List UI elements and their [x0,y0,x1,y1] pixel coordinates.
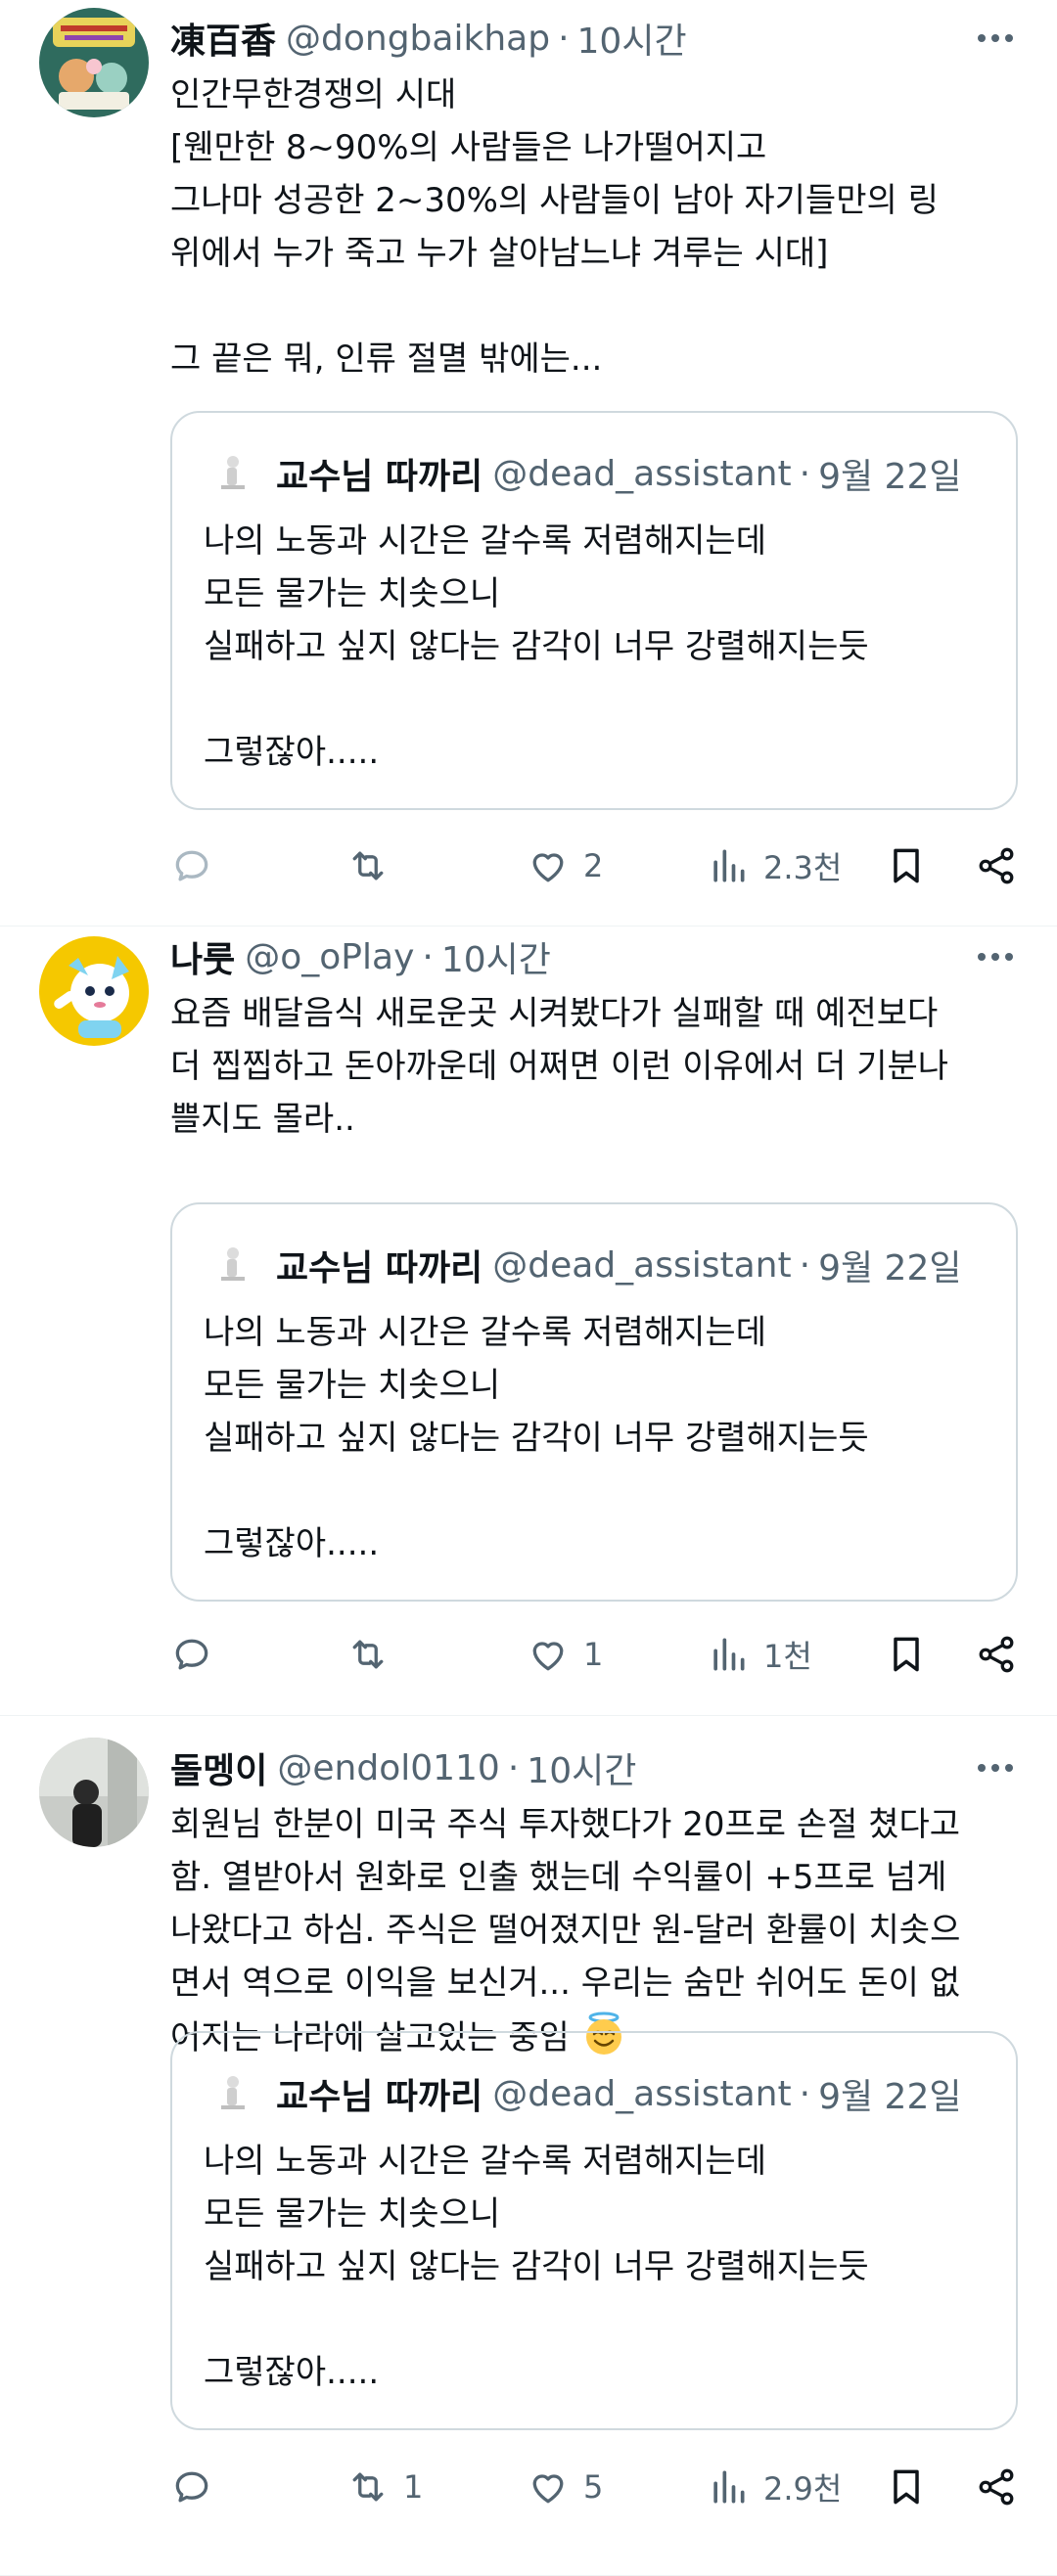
bookmark-button[interactable] [885,1625,928,1684]
timestamp[interactable]: 10시간 [441,931,551,982]
more-icon[interactable] [973,934,1018,979]
quote-date: 9월 22일 [818,2077,962,2117]
reply-icon [175,2471,208,2503]
bookmark-button[interactable] [885,836,928,895]
share-icon [979,847,1014,884]
timestamp[interactable]: 10시간 [527,1742,636,1793]
tweet[interactable]: 돌멩이 @endol0110 · 10시간 회원님 한분이 미국 주식 투자했다… [0,1716,1057,2576]
like-button[interactable]: 5 [527,2458,603,2516]
share-button[interactable] [975,836,1018,895]
quote-header: 교수님 따까리 @dead_assistant · 9월 22일 [204,448,961,499]
tweet[interactable]: 凍百香 @dongbaikhap · 10시간 인간무한경쟁의 시대 [웬만한 … [0,0,1057,926]
heart-icon [532,2474,564,2504]
heart-icon [532,853,564,882]
quoted-tweet[interactable]: 교수님 따까리 @dead_assistant · 9월 22일 나의 노동과 … [170,411,1018,810]
views-icon [713,849,745,882]
separator-dot: · [799,2073,811,2114]
views-icon [713,1638,745,1671]
reply-icon [175,1639,208,1670]
bookmark-icon [894,2469,919,2505]
share-icon [979,1636,1014,1673]
display-name[interactable]: 돌멩이 [170,1742,267,1793]
timestamp[interactable]: 10시간 [577,13,687,64]
separator-dot: · [558,18,570,59]
heart-icon [532,1642,564,1671]
bookmark-icon [894,1637,919,1672]
quote-avatar [204,1240,254,1290]
user-handle[interactable]: @endol0110 [277,1748,499,1788]
separator-dot: · [799,453,811,494]
quote-text: 나의 노동과 시간은 갈수록 저렴해지는데 모든 물가는 치솟으니 실패하고 싶… [204,1313,869,1563]
action-bar: 1 5 2.9천 [170,2458,1018,2516]
tweet-text: 요즘 배달음식 새로운곳 시켜봤다가 실패할 때 예전보다 더 찝찝하고 돈아까… [170,994,949,1139]
tweet-header: 돌멩이 @endol0110 · 10시간 [170,1738,1018,1798]
user-handle[interactable]: @o_oPlay [245,937,414,977]
quote-display-name: 교수님 따까리 [276,457,483,497]
like-count: 2 [583,847,604,884]
more-icon[interactable] [973,16,1018,61]
display-name[interactable]: 凍百香 [170,13,276,64]
like-count: 1 [583,1636,604,1673]
retweet-icon [352,851,384,881]
quote-header: 교수님 따까리 @dead_assistant · 9월 22일 [204,2068,961,2119]
more-icon[interactable] [973,1745,1018,1790]
tweet-header: 나룻 @o_oPlay · 10시간 [170,926,1018,987]
views-button[interactable]: 2.3천 [707,836,842,895]
retweet-count: 1 [403,2468,424,2506]
views-count: 2.3천 [763,849,843,886]
bookmark-icon [894,848,919,883]
like-button[interactable]: 1 [527,1625,603,1684]
separator-dot: · [507,1747,520,1788]
views-count: 1천 [763,1638,812,1675]
reply-button[interactable] [170,1625,227,1684]
views-button[interactable]: 2.9천 [707,2458,842,2516]
retweet-button[interactable]: 1 [346,2458,423,2516]
quote-display-name: 교수님 따까리 [276,1248,483,1288]
share-button[interactable] [975,1625,1018,1684]
quote-header: 교수님 따까리 @dead_assistant · 9월 22일 [204,1240,961,1290]
retweet-button[interactable] [346,1625,403,1684]
quote-handle: @dead_assistant [492,453,792,494]
like-count: 5 [583,2468,604,2506]
tweet-text: 인간무한경쟁의 시대 [웬만한 8~90%의 사람들은 나가떨어지고 그나마 성… [170,75,939,379]
separator-dot: · [799,1244,811,1286]
bookmark-button[interactable] [885,2458,928,2516]
avatar[interactable] [39,8,149,117]
quote-handle: @dead_assistant [492,1244,792,1286]
quoted-tweet[interactable]: 교수님 따까리 @dead_assistant · 9월 22일 나의 노동과 … [170,2031,1018,2430]
tweet-text: 회원님 한분이 미국 주식 투자했다가 20프로 손절 쳤다고 함. 열받아서 … [170,1798,1018,2064]
quote-display-name: 교수님 따까리 [276,2077,483,2117]
avatar[interactable] [39,1738,149,1847]
quote-date: 9월 22일 [818,1248,962,1288]
views-icon [713,2470,745,2504]
tweet-header: 凍百香 @dongbaikhap · 10시간 [170,8,1018,68]
user-handle[interactable]: @dongbaikhap [286,19,550,59]
action-bar: 2 2.3천 [170,836,1018,895]
views-count: 2.9천 [763,2470,843,2508]
display-name[interactable]: 나룻 [170,931,235,982]
share-button[interactable] [975,2458,1018,2516]
timeline-feed: 凍百香 @dongbaikhap · 10시간 인간무한경쟁의 시대 [웬만한 … [0,0,1057,2576]
quote-text: 나의 노동과 시간은 갈수록 저렴해지는데 모든 물가는 치솟으니 실패하고 싶… [204,2142,869,2392]
reply-button[interactable] [170,2458,227,2516]
retweet-button[interactable] [346,836,403,895]
quote-date: 9월 22일 [818,457,962,497]
action-bar: 1 1천 [170,1625,1018,1684]
share-icon [979,2468,1014,2506]
like-button[interactable]: 2 [527,836,603,895]
separator-dot: · [422,936,434,977]
quote-avatar [204,448,254,499]
reply-icon [175,850,208,881]
quote-text: 나의 노동과 시간은 갈수록 저렴해지는데 모든 물가는 치솟으니 실패하고 싶… [204,521,869,772]
retweet-icon [352,2472,384,2502]
retweet-icon [352,1640,384,1669]
quote-handle: @dead_assistant [492,2073,792,2114]
quote-avatar [204,2068,254,2119]
views-button[interactable]: 1천 [707,1625,812,1684]
tweet-text-content: 회원님 한분이 미국 주식 투자했다가 20프로 손절 쳤다고 함. 열받아서 … [170,1805,961,2057]
tweet[interactable]: 나룻 @o_oPlay · 10시간 요즘 배달음식 새로운곳 시켜봤다가 실패… [0,926,1057,1716]
quoted-tweet[interactable]: 교수님 따까리 @dead_assistant · 9월 22일 나의 노동과 … [170,1202,1018,1602]
avatar[interactable] [39,936,149,1046]
reply-button[interactable] [170,836,227,895]
